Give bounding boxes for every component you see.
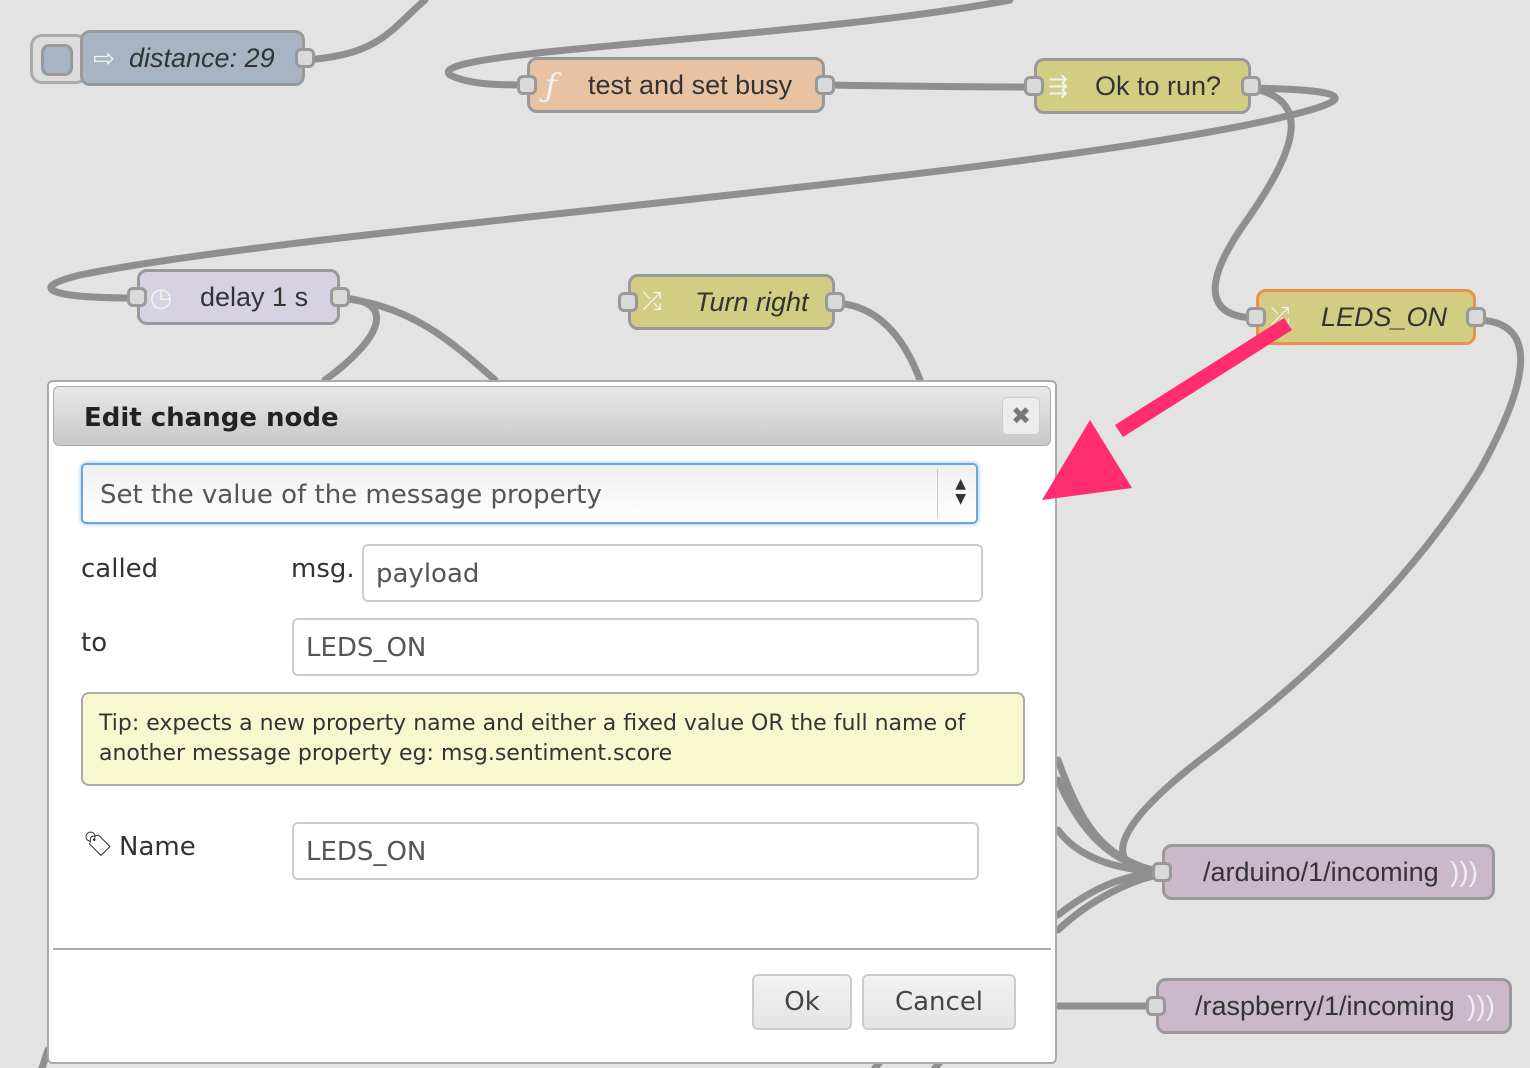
input-port[interactable] [1146, 996, 1166, 1016]
wifi-icon: ))) [1467, 990, 1495, 1021]
property-name-input[interactable]: payload [362, 544, 983, 602]
node-ok-to-run[interactable]: ⇶ Ok to run? [1024, 58, 1261, 114]
output-port[interactable] [1466, 307, 1486, 327]
tag-icon: 🏷︎ [83, 830, 114, 858]
dialog-title: Edit change node [84, 403, 339, 433]
dialog-titlebar[interactable]: Edit change node ✖ [53, 386, 1051, 446]
timer-icon: ◷ [149, 281, 173, 312]
to-value-input[interactable]: LEDS_ON [292, 618, 979, 676]
name-input[interactable]: LEDS_ON [292, 822, 979, 880]
shuffle-icon: ⤮ [1270, 303, 1290, 330]
input-port[interactable] [1246, 307, 1266, 327]
wire [831, 299, 924, 384]
name-value: LEDS_ON [306, 837, 427, 867]
node-distance[interactable]: ⇨ distance: 29 [80, 30, 315, 86]
node-leds-on[interactable]: ⤮ LEDS_ON [1246, 289, 1486, 345]
node-label: Ok to run? [1095, 70, 1222, 101]
node-label: LEDS_ON [1321, 301, 1448, 332]
wire [336, 294, 499, 384]
to-label: to [81, 628, 108, 658]
node-label: test and set busy [588, 69, 793, 100]
name-label: Name [119, 832, 196, 862]
node-raspberry-incoming[interactable]: /raspberry/1/incoming ))) [1146, 978, 1512, 1034]
node-turn-right[interactable]: ⤮ Turn right [618, 274, 845, 330]
node-arduino-incoming[interactable]: /arduino/1/incoming ))) [1152, 844, 1495, 900]
inject-arrow-icon: ⇨ [93, 42, 115, 73]
select-separator [937, 469, 938, 518]
shuffle-icon: ⤮ [642, 288, 662, 315]
wire [1119, 316, 1525, 876]
input-port[interactable] [517, 75, 537, 95]
node-label: /arduino/1/incoming [1203, 856, 1439, 887]
dialog-footer-divider [53, 948, 1051, 950]
node-label: delay 1 s [200, 281, 309, 312]
output-port[interactable] [330, 287, 350, 307]
wire [821, 81, 1038, 91]
output-port[interactable] [1241, 76, 1261, 96]
called-label: called [81, 554, 159, 584]
node-label: /raspberry/1/incoming [1195, 990, 1455, 1021]
switch-icon: ⇶ [1047, 72, 1069, 100]
select-arrows-icon: ▲ ▼ [955, 476, 966, 507]
node-delay[interactable]: ◷ delay 1 s [127, 269, 350, 325]
output-port[interactable] [825, 292, 845, 312]
input-port[interactable] [127, 287, 147, 307]
output-port[interactable] [815, 75, 835, 95]
node-test-and-set-busy[interactable]: ƒ test and set busy [517, 57, 835, 113]
node-label: distance: 29 [129, 42, 275, 73]
wire [301, 0, 429, 64]
node-label: Turn right [695, 286, 809, 317]
to-value: LEDS_ON [306, 633, 427, 663]
property-name-value: payload [376, 559, 480, 589]
action-select-value: Set the value of the message property [100, 480, 602, 510]
close-button[interactable]: ✖ [1002, 397, 1040, 435]
wifi-icon: ))) [1450, 856, 1478, 887]
cancel-button[interactable]: Cancel [862, 974, 1016, 1030]
output-port[interactable] [295, 48, 315, 68]
tip-box: Tip: expects a new property name and eit… [81, 692, 1025, 786]
inject-button-square [41, 44, 73, 76]
ok-button[interactable]: Ok [752, 974, 852, 1030]
close-icon: ✖ [1010, 402, 1032, 430]
wire [47, 84, 1339, 302]
input-port[interactable] [618, 292, 638, 312]
edit-change-node-dialog: Edit change node ✖ Set the value of the … [47, 380, 1057, 1064]
action-select[interactable]: Set the value of the message property ▲ ▼ [81, 463, 978, 524]
msg-prefix-label: msg. [291, 554, 355, 584]
input-port[interactable] [1152, 862, 1172, 882]
input-port[interactable] [1024, 76, 1044, 96]
function-icon: ƒ [545, 66, 557, 104]
